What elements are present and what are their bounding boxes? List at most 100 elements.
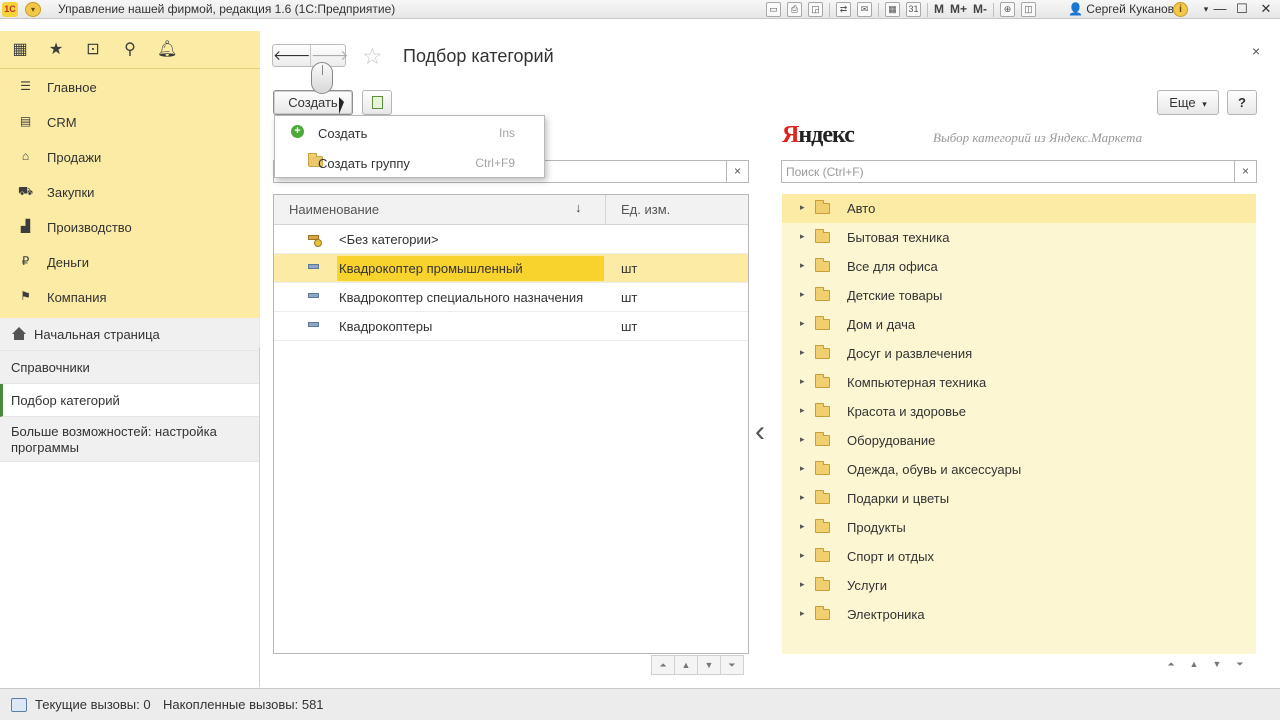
scroll-bottom-icon[interactable]: ⏷	[1228, 655, 1252, 675]
bell-icon[interactable]: 🔔︎	[157, 40, 177, 60]
more-button[interactable]: Еще ▾	[1157, 90, 1219, 115]
no-category-icon	[308, 235, 322, 247]
tree-item[interactable]: ▸ Все для офиса	[782, 252, 1256, 281]
link-icon[interactable]: ⇄	[836, 2, 851, 17]
memory-button[interactable]: M	[934, 2, 944, 17]
history-icon[interactable]: ⊡	[83, 40, 103, 60]
tree-item[interactable]: ▸ Оборудование	[782, 426, 1256, 455]
maximize-button[interactable]: ☐	[1230, 0, 1254, 18]
tree-item[interactable]: ▸ Авто	[782, 194, 1256, 223]
tree-item[interactable]: ▸ Услуги	[782, 571, 1256, 600]
section-crm[interactable]: ▤ CRM	[0, 104, 260, 139]
expand-arrow-icon[interactable]: ▸	[800, 492, 805, 503]
table-header: Наименование ↓ Ед. изм.	[274, 195, 748, 225]
collapse-panel-chevron-icon[interactable]: ‹	[755, 417, 765, 447]
star-icon[interactable]: ★	[46, 40, 66, 60]
tree-scroll-buttons: ⏶ ▲ ▼ ⏷	[1160, 655, 1252, 675]
table-row[interactable]: Квадрокоптер специального назначения шт	[274, 283, 748, 312]
section-production[interactable]: ▟ Производство	[0, 209, 260, 244]
zoom-icon[interactable]: ⊕	[1000, 2, 1016, 17]
tree-item[interactable]: ▸ Бытовая техника	[782, 223, 1256, 252]
mail-icon[interactable]: ✉	[857, 2, 872, 17]
scroll-top-icon[interactable]: ⏶	[1159, 655, 1183, 675]
expand-arrow-icon[interactable]: ▸	[800, 376, 805, 387]
tree-item[interactable]: ▸ Детские товары	[782, 281, 1256, 310]
tree-item[interactable]: ▸ Продукты	[782, 513, 1256, 542]
minimize-button[interactable]: —	[1208, 0, 1232, 18]
tree-item[interactable]: ▸ Электроника	[782, 600, 1256, 629]
expand-arrow-icon[interactable]: ▸	[800, 260, 805, 271]
nav-references[interactable]: Справочники	[0, 351, 259, 384]
expand-arrow-icon[interactable]: ▸	[800, 434, 805, 445]
scroll-up-icon[interactable]: ▲	[1182, 655, 1206, 675]
section-company[interactable]: ⚑ Компания	[0, 279, 260, 314]
tree-item[interactable]: ▸ Спорт и отдых	[782, 542, 1256, 571]
copy-button[interactable]	[362, 90, 392, 115]
folder-icon	[815, 606, 830, 620]
memory-plus-button[interactable]: M+	[950, 2, 967, 17]
scroll-bottom-icon[interactable]: ⏷	[720, 655, 744, 675]
print-icon[interactable]: ⎙	[787, 2, 802, 17]
menu-item-create[interactable]: + Создать Ins	[275, 117, 544, 147]
expand-arrow-icon[interactable]: ▸	[800, 463, 805, 474]
expand-arrow-icon[interactable]: ▸	[800, 347, 805, 358]
sort-down-icon[interactable]: ↓	[575, 200, 582, 215]
menu-icon: ☰	[20, 79, 31, 93]
apps-grid-icon[interactable]: ▦	[10, 40, 30, 60]
nav-category-selection[interactable]: Подбор категорий	[0, 384, 259, 417]
window-close-button[interactable]: ✕	[1254, 0, 1278, 18]
expand-arrow-icon[interactable]: ▸	[800, 202, 805, 213]
expand-arrow-icon[interactable]: ▸	[800, 579, 805, 590]
tree-item[interactable]: ▸ Дом и дача	[782, 310, 1256, 339]
section-main[interactable]: ☰ Главное	[0, 69, 260, 104]
yandex-search-input[interactable]: Поиск (Ctrl+F) ×	[781, 160, 1257, 183]
search-icon[interactable]: ⚲	[120, 40, 140, 60]
expand-arrow-icon[interactable]: ▸	[800, 521, 805, 532]
section-purchases[interactable]: ⛟ Закупки	[0, 174, 260, 209]
back-button[interactable]: 🡐	[273, 45, 311, 66]
nav-home-page[interactable]: Начальная страница	[0, 318, 259, 351]
expand-arrow-icon[interactable]: ▸	[800, 231, 805, 242]
expand-arrow-icon[interactable]: ▸	[800, 405, 805, 416]
expand-arrow-icon[interactable]: ▸	[800, 318, 805, 329]
calendar-icon[interactable]: 31	[906, 2, 921, 17]
preview-icon[interactable]: ◲	[808, 2, 823, 17]
scroll-top-icon[interactable]: ⏶	[651, 655, 675, 675]
column-name-header[interactable]: Наименование	[289, 202, 379, 217]
expand-arrow-icon[interactable]: ▸	[800, 289, 805, 300]
tree-item[interactable]: ▸ Досуг и развлечения	[782, 339, 1256, 368]
nav-more-features[interactable]: Больше возможностей: настройка программы	[0, 417, 259, 462]
panels-icon[interactable]: ◫	[1021, 2, 1037, 17]
scroll-down-icon[interactable]: ▼	[1205, 655, 1229, 675]
form-close-button[interactable]: ×	[1252, 43, 1260, 59]
table-row[interactable]: <Без категории>	[274, 225, 748, 254]
tree-item[interactable]: ▸ Подарки и цветы	[782, 484, 1256, 513]
scroll-up-icon[interactable]: ▲	[674, 655, 698, 675]
info-icon[interactable]: i	[1173, 2, 1188, 17]
help-button[interactable]: ?	[1227, 90, 1257, 115]
folder-icon	[815, 316, 830, 330]
save-icon[interactable]: ▭	[766, 2, 781, 17]
yandex-search-clear-button[interactable]: ×	[1234, 161, 1256, 182]
calculator-icon[interactable]: ▦	[885, 2, 900, 17]
tree-item[interactable]: ▸ Красота и здоровье	[782, 397, 1256, 426]
section-sales[interactable]: ⌂ Продажи	[0, 139, 260, 174]
table-row-selected[interactable]: Квадрокоптер промышленный шт	[274, 254, 748, 283]
column-unit-header[interactable]: Ед. изм.	[621, 202, 670, 217]
left-search-clear-button[interactable]: ×	[726, 161, 748, 182]
expand-arrow-icon[interactable]: ▸	[800, 550, 805, 561]
section-money[interactable]: ₽ Деньги	[0, 244, 260, 279]
window-title: Управление нашей фирмой, редакция 1.6 (1…	[58, 2, 396, 16]
scroll-down-icon[interactable]: ▼	[697, 655, 721, 675]
favorite-star-icon[interactable]: ☆	[362, 43, 383, 70]
tree-item[interactable]: ▸ Компьютерная техника	[782, 368, 1256, 397]
tree-item[interactable]: ▸ Одежда, обувь и аксессуары	[782, 455, 1256, 484]
accumulated-calls: Накопленные вызовы: 581	[163, 697, 324, 712]
folder-icon	[815, 200, 830, 214]
memory-minus-button[interactable]: M-	[973, 2, 987, 17]
main-menu-button[interactable]: ▾	[25, 2, 41, 17]
user-name[interactable]: 👤 Сергей Куканов	[1068, 2, 1174, 16]
expand-arrow-icon[interactable]: ▸	[800, 608, 805, 619]
table-row[interactable]: Квадрокоптеры шт	[274, 312, 748, 341]
menu-item-create-group[interactable]: Создать группу Ctrl+F9	[275, 147, 544, 177]
